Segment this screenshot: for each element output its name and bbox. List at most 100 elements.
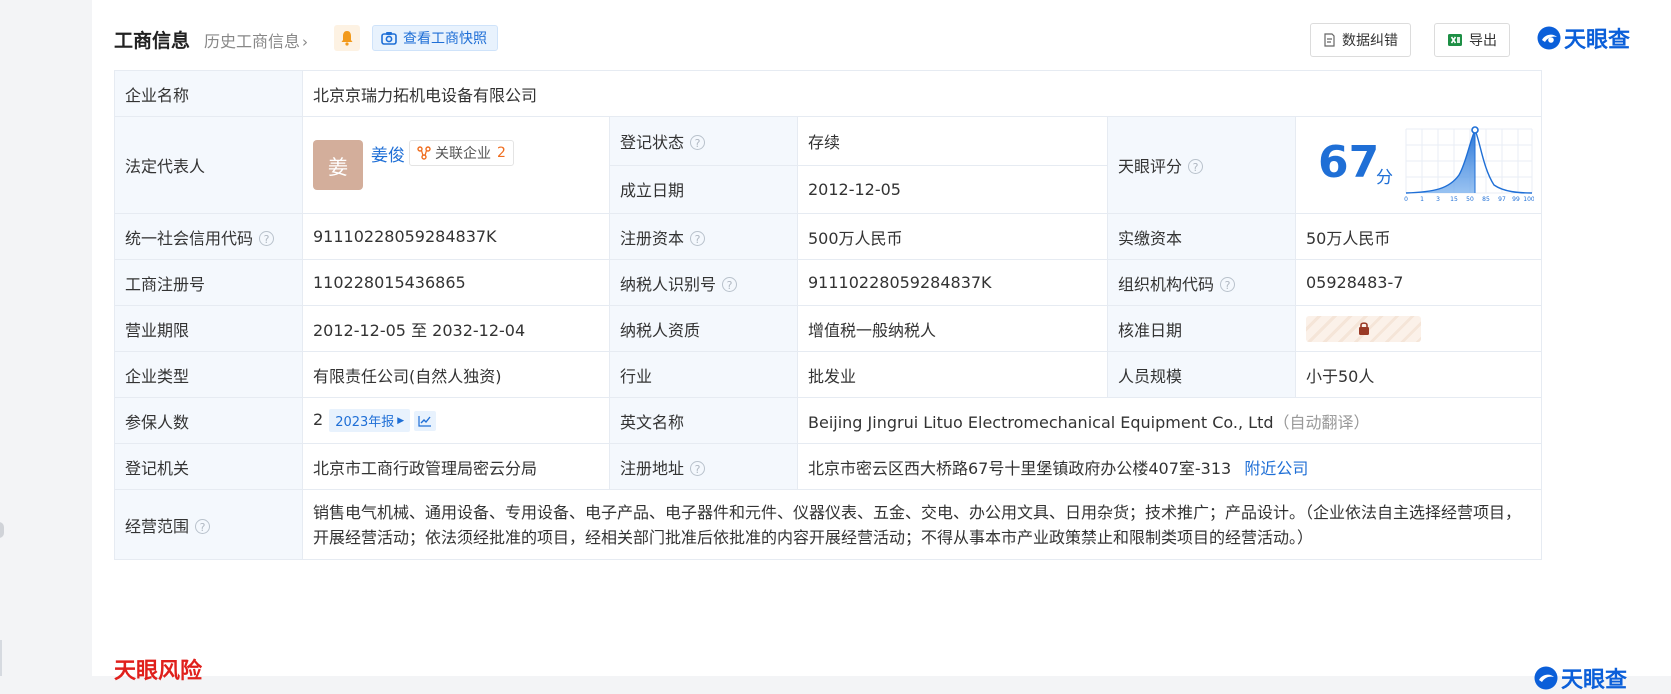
brand-logo: 天眼查 bbox=[1536, 22, 1630, 54]
reg-capital-label: 注册资本 bbox=[620, 228, 685, 248]
status-label-cell: 登记状态? bbox=[609, 116, 798, 166]
excel-icon bbox=[1448, 34, 1462, 46]
related-count: 2 bbox=[497, 145, 506, 161]
legal-rep-name[interactable]: 姜俊 bbox=[371, 146, 405, 166]
org-code-label-cell: 组织机构代码? bbox=[1107, 259, 1296, 306]
founded-value: 2012-12-05 bbox=[797, 164, 1108, 214]
taxpayer-id-label-cell: 纳税人识别号? bbox=[609, 259, 798, 306]
taxpayer-qual-label: 纳税人资质 bbox=[609, 305, 798, 352]
term-value: 2012-12-05 至 2032-12-04 bbox=[302, 305, 610, 352]
table-row: 登记机关 北京市工商行政管理局密云分局 注册地址? 北京市密云区西大桥路67号十… bbox=[114, 443, 1542, 490]
related-label: 关联企业 bbox=[435, 146, 491, 162]
camera-icon bbox=[381, 32, 397, 45]
help-icon[interactable]: ? bbox=[195, 518, 211, 534]
caret-right-icon: ▶ bbox=[397, 415, 405, 426]
help-icon[interactable]: ? bbox=[1220, 276, 1236, 292]
related-companies-badge[interactable]: 关联企业 2 bbox=[409, 140, 514, 166]
table-row: 企业类型 有限责任公司(自然人独资) 行业 批发业 人员规模 小于50人 bbox=[114, 351, 1542, 398]
score-unit: 分 bbox=[1376, 168, 1393, 188]
trend-chart-icon bbox=[418, 415, 432, 427]
insured-label: 参保人数 bbox=[114, 397, 303, 444]
help-icon[interactable]: ? bbox=[690, 230, 706, 246]
paid-capital-value: 50万人民币 bbox=[1295, 213, 1542, 260]
data-correction-button[interactable]: 数据纠错 bbox=[1310, 23, 1411, 57]
export-label: 导出 bbox=[1469, 33, 1497, 49]
type-label: 企业类型 bbox=[114, 351, 303, 398]
bell-icon bbox=[341, 31, 353, 46]
snapshot-button[interactable]: 查看工商快照 bbox=[372, 25, 498, 51]
insured-cell: 2 2023年报 ▶ bbox=[302, 397, 610, 444]
table-row: 企业名称 北京京瑞力拓机电设备有限公司 bbox=[114, 70, 1542, 117]
scope-label-cell: 经营范围? bbox=[114, 489, 303, 560]
reg-no-value: 110228015436865 bbox=[302, 259, 610, 306]
brand-name: 天眼查 bbox=[1564, 28, 1631, 53]
help-icon[interactable]: ? bbox=[722, 276, 738, 292]
score-tick: 100 bbox=[1523, 196, 1534, 203]
score-tick: 1 bbox=[1420, 196, 1424, 203]
help-icon[interactable]: ? bbox=[1188, 159, 1204, 174]
auto-translate-note: （自动翻译） bbox=[1273, 412, 1370, 432]
table-row: 法定代表人 姜姜俊 关联企业 2 登记状态? 存续 天眼评分? 67 分 0 1… bbox=[114, 116, 1542, 214]
score-tick: 99 bbox=[1512, 196, 1520, 203]
term-label: 营业期限 bbox=[114, 305, 303, 352]
help-icon[interactable]: ? bbox=[690, 134, 706, 150]
score-distribution-chart: 0 1 3 15 50 85 97 99 100 bbox=[1404, 126, 1534, 203]
score-tick: 0 bbox=[1404, 196, 1408, 203]
nearby-companies-link[interactable]: 附近公司 bbox=[1244, 459, 1308, 478]
tianyancha-logo-icon bbox=[1537, 26, 1561, 50]
taxpayer-id-label: 纳税人识别号 bbox=[620, 274, 717, 294]
table-row: 经营范围? 销售电气机械、通用设备、专用设备、电子产品、电子器件和元件、仪器仪表… bbox=[114, 489, 1542, 560]
score-cell[interactable]: 67 分 0 1 3 15 50 85 97 99 100 bbox=[1295, 116, 1542, 214]
approve-date-label: 核准日期 bbox=[1107, 305, 1296, 352]
approve-date-cell bbox=[1295, 305, 1542, 352]
locked-field[interactable] bbox=[1306, 315, 1421, 342]
score-tick: 97 bbox=[1498, 196, 1506, 203]
help-icon[interactable]: ? bbox=[690, 460, 706, 476]
reg-capital-label-cell: 注册资本? bbox=[609, 213, 798, 260]
avatar[interactable]: 姜 bbox=[313, 140, 363, 190]
scope-label: 经营范围 bbox=[125, 516, 190, 536]
monitor-button[interactable] bbox=[334, 25, 360, 51]
tianyancha-logo-icon bbox=[1534, 666, 1558, 690]
legal-rep-cell: 姜姜俊 关联企业 2 bbox=[302, 116, 610, 214]
score-label: 天眼评分 bbox=[1118, 157, 1183, 176]
type-value: 有限责任公司(自然人独资) bbox=[302, 351, 610, 398]
help-icon[interactable]: ? bbox=[259, 230, 275, 246]
business-info-table: 企业名称 北京京瑞力拓机电设备有限公司 法定代表人 姜姜俊 关联企业 2 登记状态?… bbox=[114, 70, 1542, 560]
credit-code-value: 91110228059284837K bbox=[302, 213, 610, 260]
score-widget[interactable]: 67 分 0 1 3 15 50 85 97 99 100 bbox=[1297, 118, 1541, 213]
table-row: 营业期限 2012-12-05 至 2032-12-04 纳税人资质 增值税一般… bbox=[114, 305, 1542, 352]
status-label: 登记状态 bbox=[620, 132, 685, 152]
table-row: 参保人数 2 2023年报 ▶ 英文名称 Beijing Jingrui Lituo… bbox=[114, 397, 1542, 444]
org-code-label: 组织机构代码 bbox=[1118, 274, 1215, 294]
address-value: 北京市密云区西大桥路67号十里堡镇政府办公楼407室-313 bbox=[808, 458, 1232, 478]
address-label: 注册地址 bbox=[620, 458, 685, 478]
lock-icon bbox=[1358, 322, 1369, 335]
score-tick: 15 bbox=[1450, 196, 1458, 203]
trend-button[interactable] bbox=[414, 410, 437, 431]
company-name: 北京京瑞力拓机电设备有限公司 bbox=[302, 70, 1542, 117]
legal-rep-label: 法定代表人 bbox=[114, 116, 303, 214]
edit-doc-icon bbox=[1324, 33, 1335, 47]
reg-no-label: 工商注册号 bbox=[114, 259, 303, 306]
annual-report-tag[interactable]: 2023年报 ▶ bbox=[329, 409, 411, 432]
history-link-label: 历史工商信息 bbox=[204, 32, 301, 51]
score-value: 67 bbox=[1318, 137, 1380, 188]
address-cell: 北京市密云区西大桥路67号十里堡镇政府办公楼407室-313 附近公司 bbox=[797, 443, 1542, 490]
scroll-handle[interactable] bbox=[0, 522, 4, 538]
network-icon bbox=[417, 146, 431, 160]
authority-value: 北京市工商行政管理局密云分局 bbox=[302, 443, 610, 490]
snapshot-label: 查看工商快照 bbox=[403, 31, 487, 47]
table-row: 工商注册号 110228015436865 纳税人识别号? 9111022805… bbox=[114, 259, 1542, 306]
risk-section-title: 天眼风险 bbox=[114, 659, 203, 684]
paid-capital-label: 实缴资本 bbox=[1107, 213, 1296, 260]
history-link[interactable]: 历史工商信息 › bbox=[204, 28, 308, 52]
staff-label: 人员规模 bbox=[1107, 351, 1296, 398]
data-correction-label: 数据纠错 bbox=[1342, 33, 1398, 49]
brand-name: 天眼查 bbox=[1561, 668, 1628, 693]
section-header: 工商信息 历史工商信息 › 查看工商快照 数据纠错 导出 天眼查 bbox=[114, 22, 1634, 58]
scope-value: 销售电气机械、通用设备、专用设备、电子产品、电子器件和元件、仪器仪表、五金、交电… bbox=[302, 489, 1542, 560]
score-label-cell: 天眼评分? bbox=[1107, 116, 1296, 214]
export-button[interactable]: 导出 bbox=[1434, 23, 1510, 57]
credit-code-label: 统一社会信用代码 bbox=[125, 228, 254, 248]
